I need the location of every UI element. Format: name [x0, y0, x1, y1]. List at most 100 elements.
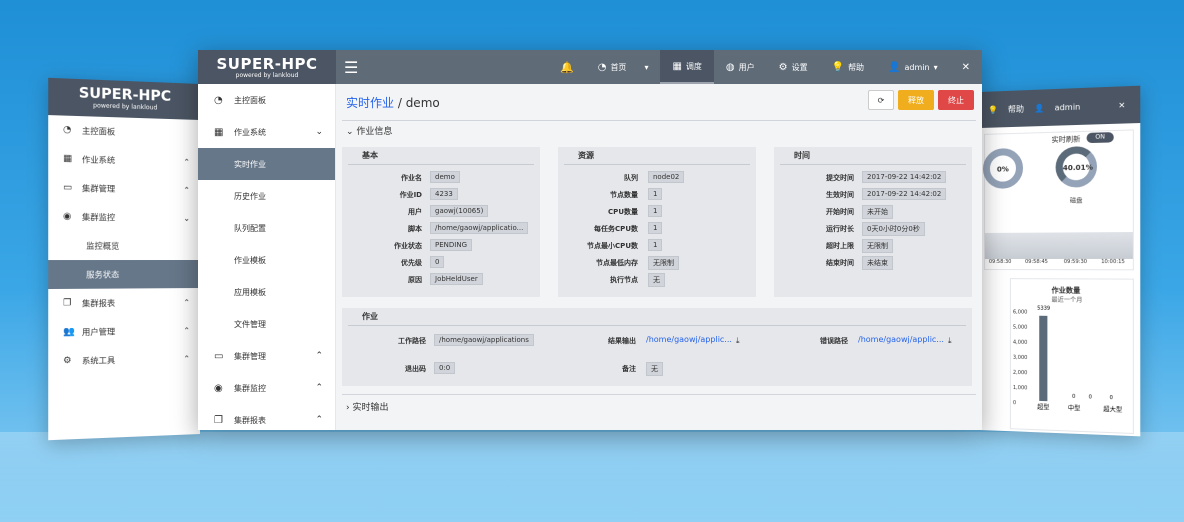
nav-label: 用户: [738, 62, 755, 72]
field-label: 备注: [622, 365, 636, 373]
fullscreen-button[interactable]: ✕: [950, 50, 982, 84]
section-job-info-toggle[interactable]: ⌄ 作业信息: [346, 124, 392, 137]
section-job-info-label: 作业信息: [356, 127, 393, 137]
sidebar-label: 主控面板: [234, 95, 266, 105]
chevron-up-icon: ⌃: [315, 351, 323, 361]
sidebar-sub-realtime-jobs[interactable]: 实时作业: [198, 148, 335, 180]
nav-label: 设置: [791, 62, 808, 72]
donut-disk: 40.01%: [1055, 145, 1098, 188]
chevron-up-icon: ⌃: [183, 185, 191, 195]
nav-label: 调度: [685, 61, 702, 71]
nav-home[interactable]: ◔ 首页 ▾: [586, 50, 661, 84]
field-label: 执行节点: [610, 276, 638, 284]
field-label: 节点最低内存: [596, 259, 638, 267]
release-button[interactable]: 释放: [898, 90, 934, 110]
field-label: 结果输出: [608, 337, 636, 345]
donut-disk-label: 磁盘: [1069, 197, 1083, 205]
logo: SUPER-HPC powered by lankloud: [48, 77, 200, 120]
field-label: 作业名: [401, 174, 422, 182]
section-realtime-output-toggle[interactable]: › 实时输出: [346, 400, 389, 413]
field-value: 未开始: [862, 205, 893, 219]
realtime-toggle[interactable]: ON: [1086, 132, 1114, 144]
sidebar-item-cluster-monitor[interactable]: ◉ 集群监控 ⌃: [198, 372, 335, 404]
field-label: 作业ID: [399, 191, 422, 199]
logo[interactable]: SUPER-HPC powered by lankloud: [198, 50, 336, 84]
caret-down-icon: ▾: [644, 62, 649, 72]
rp-area-chart: [984, 231, 1133, 259]
lp-label: 集群管理: [81, 183, 116, 194]
notification-bell-button[interactable]: 🔔: [548, 50, 586, 84]
output-path-link[interactable]: /home/gaowj/applic...: [646, 335, 732, 344]
breadcrumb-link[interactable]: 实时作业: [346, 96, 394, 110]
chevron-right-icon: ›: [346, 403, 350, 413]
lp-label: 集群监控: [81, 212, 116, 222]
panel-time-title: 时间: [780, 147, 966, 165]
field-label: 超时上限: [826, 242, 854, 250]
field-value: 1: [648, 239, 663, 251]
divider: [342, 120, 976, 121]
chevron-up-icon: ⌃: [183, 353, 191, 363]
chevron-down-icon: ⌄: [315, 127, 323, 137]
sidebar: ◔ 主控面板 ▦ 作业系统 ⌄ 实时作业 历史作业 队列配置 作业模板 应用模板 文件…: [198, 84, 336, 430]
sidebar-sub-file-manager[interactable]: 文件管理: [198, 308, 335, 340]
sidebar-sub-history-jobs[interactable]: 历史作业: [198, 180, 335, 212]
bell-icon: 🔔: [560, 60, 574, 74]
sidebar-sub-app-templates[interactable]: 应用模板: [198, 276, 335, 308]
download-icon[interactable]: ⤓: [948, 336, 952, 346]
rp-status-card: 实时刷新 ON 0% 40.01% 磁盘 09:58:30 09:58:45 0…: [982, 129, 1134, 271]
field-value: 1: [648, 222, 663, 234]
field-value: /home/gaowj/applicatio...: [430, 222, 529, 234]
eye-icon: ◉: [63, 211, 72, 222]
menu-toggle-icon[interactable]: ☰: [344, 58, 358, 77]
background-window-right: 💡 帮助 👤 admin ✕ 实时刷新 ON 0% 40.01% 磁盘 09:5…: [980, 85, 1141, 437]
user-circle-icon: ◍: [725, 61, 735, 73]
x-label: 超大型: [1103, 406, 1123, 414]
panel-resource-title: 资源: [564, 147, 750, 165]
nav-users[interactable]: ◍ 用户: [714, 50, 767, 84]
panel-resource: 资源 队列 node02 节点数量 1 CPU数量 1 每任务CPU数 1 节点最小CP…: [558, 147, 756, 297]
nav-admin[interactable]: 👤 admin ▾: [876, 50, 950, 84]
sidebar-item-jobs[interactable]: ▦ 作业系统 ⌄: [198, 116, 335, 148]
chevron-up-icon: ⌃: [315, 383, 323, 393]
nav-help[interactable]: 💡 帮助: [820, 50, 876, 84]
stop-button[interactable]: 终止: [938, 90, 974, 110]
refresh-button[interactable]: ⟳: [868, 90, 894, 110]
error-path-link[interactable]: /home/gaowj/applic...: [858, 335, 944, 344]
field-value: 4233: [430, 188, 458, 200]
report-icon: ❐: [214, 414, 223, 426]
donut-left: 0%: [982, 147, 1024, 189]
rp-time-0: 09:58:30: [988, 258, 1012, 266]
download-icon[interactable]: ⤓: [736, 336, 740, 346]
field-label: 队列: [624, 174, 638, 182]
field-value: gaowj(10065): [430, 205, 489, 217]
sidebar-sub-queue-config[interactable]: 队列配置: [198, 212, 335, 244]
rp-time-3: 10:00:15: [1101, 258, 1125, 266]
nav-schedule[interactable]: ▦ 调度: [660, 50, 714, 84]
sidebar-item-dashboard[interactable]: ◔ 主控面板: [198, 84, 335, 116]
sidebar-label: 作业系统: [234, 127, 266, 137]
field-value: 0: [430, 256, 445, 268]
lp-item-tools: ⚙ 系统工具 ⌃: [48, 344, 200, 376]
section-realtime-output-label: 实时输出: [352, 403, 389, 413]
sidebar-item-cluster-report[interactable]: ❐ 集群报表 ⌃: [198, 404, 335, 430]
breadcrumb: 实时作业 / demo: [346, 94, 440, 111]
dashboard-icon: ◔: [214, 94, 223, 106]
field-label: 提交时间: [826, 174, 854, 182]
sidebar-label: 集群管理: [234, 351, 266, 361]
lp-item-dashboard: ◔ 主控面板: [48, 115, 200, 148]
action-buttons: ⟳ 释放 终止: [868, 90, 974, 110]
sidebar-item-cluster-manage[interactable]: ▭ 集群管理 ⌃: [198, 340, 335, 372]
chevron-up-icon: ⌃: [183, 325, 191, 335]
lp-label: 系统工具: [81, 355, 116, 366]
lp-item-monitor: ◉ 集群监控 ⌄: [48, 202, 200, 232]
user-icon: 👤: [1034, 103, 1045, 113]
y-tick: 4,000: [1012, 339, 1028, 346]
brand-name: SUPER-HPC: [216, 55, 318, 73]
users-icon: 👥: [63, 326, 75, 338]
sidebar-sub-job-templates[interactable]: 作业模板: [198, 244, 335, 276]
refresh-icon: ⟳: [877, 95, 885, 105]
nav-settings[interactable]: ⚙ 设置: [767, 50, 820, 84]
bar-small: [1039, 315, 1048, 402]
field-value: 无: [646, 362, 663, 376]
nav-label: admin: [904, 62, 930, 72]
